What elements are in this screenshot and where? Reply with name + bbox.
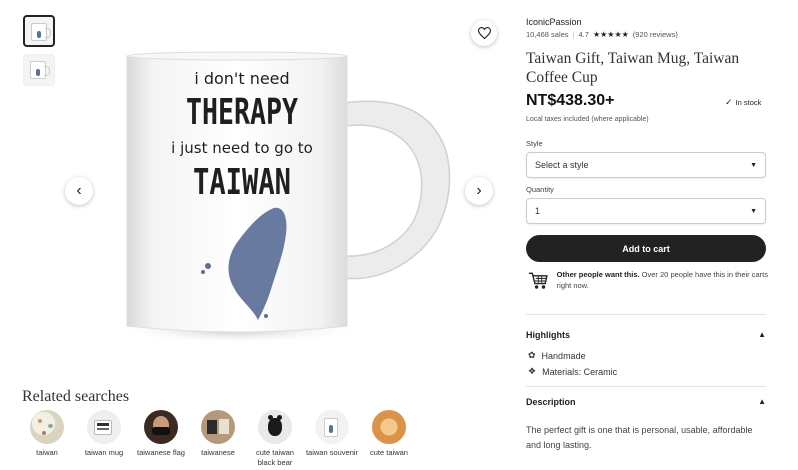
- description-text: The perfect gift is one that is personal…: [526, 425, 753, 450]
- related-search-item[interactable]: taiwanese flag: [134, 410, 188, 468]
- chevron-left-icon: ‹: [76, 182, 82, 199]
- highlights-title: Highlights: [526, 330, 570, 340]
- mug-text-line3: i just need to go to: [171, 139, 313, 157]
- chevron-right-icon: ›: [476, 182, 482, 199]
- related-search-item[interactable]: taiwanese: [191, 410, 245, 468]
- stock-status: ✓ In stock: [725, 97, 761, 108]
- shop-name-link[interactable]: IconicPassion: [526, 17, 582, 27]
- quantity-select[interactable]: 1 ▼: [526, 198, 766, 224]
- highlight-item: ❖ Materials: Ceramic: [528, 366, 617, 377]
- previous-image-button[interactable]: ‹: [65, 177, 93, 205]
- reviews-count-link[interactable]: (920 reviews): [633, 30, 678, 39]
- caret-down-icon: ▼: [750, 207, 757, 215]
- chevron-up-icon: ▲: [758, 330, 766, 339]
- related-search-thumbnail: [144, 410, 178, 444]
- demand-notice: Other people want this. Over 20 people h…: [528, 270, 768, 292]
- chevron-up-icon: ▲: [758, 397, 766, 406]
- related-searches-list: taiwan taiwan mug taiwanese flag taiwane…: [20, 410, 419, 468]
- related-search-label: taiwan souvenir: [305, 448, 359, 457]
- product-price: NT$438.30+: [526, 92, 615, 109]
- divider: [526, 386, 766, 387]
- mug-text-line2: THERAPY: [186, 92, 298, 133]
- handmade-icon: ✿: [528, 350, 536, 360]
- divider: [526, 314, 766, 315]
- shop-meta: 10,468 sales | 4.7 ★★★★★ (920 reviews): [526, 30, 678, 39]
- related-searches-title: Related searches: [22, 388, 130, 405]
- related-search-label: cute taiwan black bear: [256, 448, 294, 467]
- related-search-label: taiwan mug: [84, 448, 124, 457]
- style-select[interactable]: Select a style ▼: [526, 152, 766, 178]
- demand-headline: Other people want this.: [556, 270, 640, 279]
- related-search-thumbnail: [30, 410, 64, 444]
- highlight-materials: Materials: Ceramic: [542, 366, 618, 377]
- thumbnail-mug-front[interactable]: [23, 15, 55, 47]
- related-search-thumbnail: [315, 410, 349, 444]
- related-search-label: taiwan: [36, 448, 58, 457]
- sales-count: 10,468 sales: [526, 30, 569, 39]
- quantity-select-value: 1: [535, 206, 541, 216]
- product-title: Taiwan Gift, Taiwan Mug, Taiwan Coffee C…: [526, 50, 740, 86]
- heart-icon: [477, 27, 491, 39]
- related-search-item[interactable]: taiwan souvenir: [305, 410, 359, 468]
- materials-icon: ❖: [528, 366, 537, 376]
- mug-text-line1: i don't need: [194, 69, 289, 88]
- quantity-label: Quantity: [526, 185, 554, 194]
- related-search-item[interactable]: taiwan: [20, 410, 74, 468]
- related-search-item[interactable]: cute taiwan black bear: [248, 410, 302, 468]
- thumbnail-mug-angle[interactable]: [23, 54, 55, 86]
- related-search-item[interactable]: taiwan mug: [77, 410, 131, 468]
- related-search-thumbnail: [201, 410, 235, 444]
- star-rating-icon: ★★★★★: [592, 30, 629, 39]
- add-to-cart-button[interactable]: Add to cart: [526, 235, 766, 262]
- related-search-item[interactable]: cute taiwan: [362, 410, 416, 468]
- rating-value: 4.7: [578, 30, 589, 39]
- caret-down-icon: ▼: [750, 161, 757, 169]
- stock-status-label: In stock: [735, 98, 762, 107]
- mug-text-line4: TAIWAN: [193, 162, 291, 203]
- product-main-image: i don't need THERAPY i just need to go t…: [62, 8, 502, 378]
- tax-note: Local taxes included (where applicable): [526, 116, 649, 123]
- highlight-item: ✿ Handmade: [528, 350, 586, 361]
- shopping-cart-icon: [528, 272, 548, 289]
- highlights-toggle[interactable]: Highlights ▲: [526, 330, 766, 340]
- description-title: Description: [526, 397, 576, 407]
- related-search-thumbnail: [87, 410, 121, 444]
- style-select-value: Select a style: [535, 160, 589, 170]
- style-label: Style: [526, 139, 543, 148]
- next-image-button[interactable]: ›: [465, 177, 493, 205]
- related-search-label: taiwanese flag: [137, 448, 185, 457]
- related-search-thumbnail: [372, 410, 406, 444]
- highlight-handmade: Handmade: [541, 350, 586, 361]
- related-search-label: taiwanese: [201, 448, 235, 457]
- favorite-button[interactable]: [471, 20, 497, 46]
- related-search-label: cute taiwan: [370, 448, 408, 457]
- related-search-thumbnail: [258, 410, 292, 444]
- checkmark-icon: ✓: [725, 97, 733, 107]
- description-toggle[interactable]: Description ▲: [526, 397, 766, 407]
